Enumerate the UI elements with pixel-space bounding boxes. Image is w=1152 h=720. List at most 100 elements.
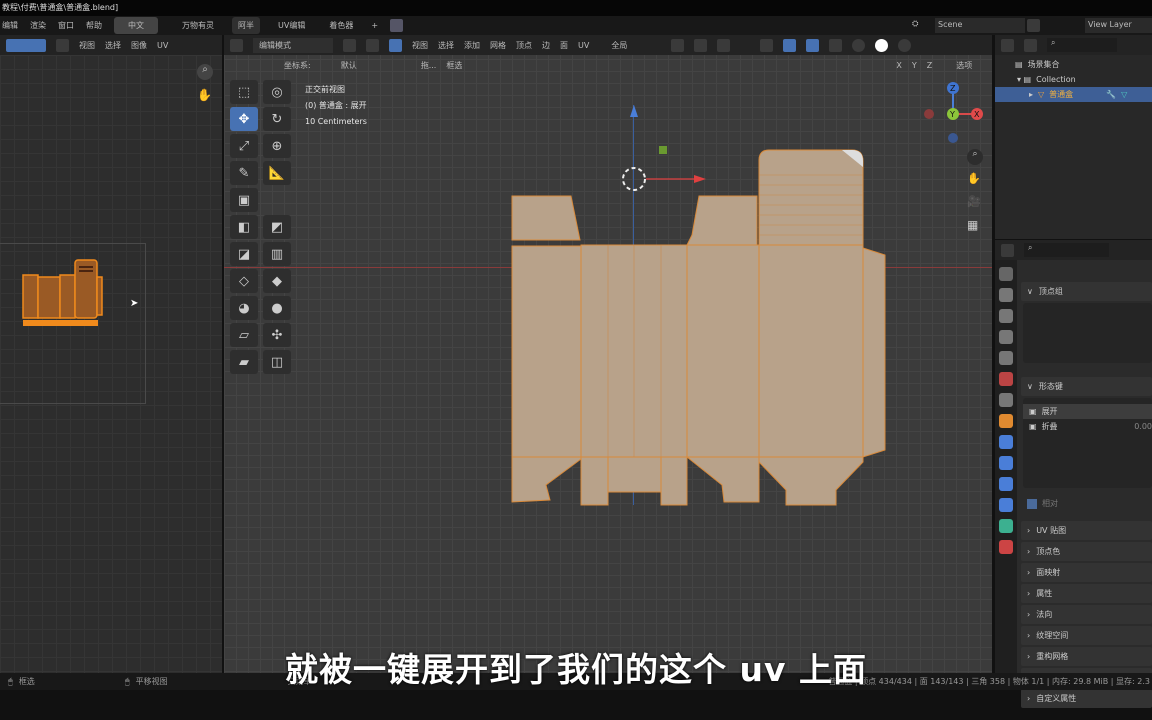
- uv-menu-image[interactable]: 图像: [131, 40, 147, 51]
- properties-type-icon[interactable]: [1001, 243, 1014, 257]
- language-button[interactable]: 中文: [114, 17, 158, 34]
- shape-keys-panel[interactable]: 形态键: [1021, 377, 1152, 396]
- box-mesh[interactable]: [224, 35, 992, 673]
- move-gizmo-plane: [659, 146, 667, 154]
- mesh-data-icon: ▽: [1121, 90, 1128, 99]
- tab-uv-editing[interactable]: UV编辑: [272, 17, 311, 34]
- face-maps-panel[interactable]: 面映射: [1021, 563, 1152, 582]
- panel-1-top-flap: [511, 195, 581, 241]
- vertex-colors-panel[interactable]: 顶点色: [1021, 542, 1152, 561]
- shape-key-item[interactable]: ▣ 展开: [1023, 404, 1152, 419]
- world-tab-icon[interactable]: [999, 372, 1013, 386]
- uv-island-side: [22, 274, 39, 319]
- uv-canvas[interactable]: ➤ ⌕ ✋: [0, 55, 222, 673]
- display-mode-icon[interactable]: [1001, 38, 1014, 52]
- output-tab-icon[interactable]: [999, 309, 1013, 323]
- panel-3-bottom-flap: [685, 456, 760, 503]
- properties-search[interactable]: ⌕: [1024, 243, 1109, 257]
- ortho-toggle-icon[interactable]: ▦: [967, 218, 978, 232]
- vertex-groups-panel[interactable]: 顶点组: [1021, 282, 1152, 301]
- zoom-view-icon[interactable]: ⌕: [967, 149, 983, 165]
- uv-sync-icon[interactable]: [56, 38, 69, 52]
- panel-1-bottom-flap: [511, 456, 582, 503]
- shape-key-item[interactable]: ▣ 折叠 0.00: [1023, 419, 1152, 434]
- video-subtitle: 就被一键展开到了我们的这个 uv 上面: [285, 650, 867, 689]
- tool-tab-icon[interactable]: [999, 267, 1013, 281]
- move-gizmo-x-arrow: [694, 175, 706, 183]
- particles-tab-icon[interactable]: [999, 456, 1013, 470]
- constraints-tab-icon[interactable]: [999, 498, 1013, 512]
- outliner-search[interactable]: ⌕: [1047, 38, 1117, 52]
- scene-tab-icon[interactable]: [999, 351, 1013, 365]
- uv-menu-view[interactable]: 视图: [79, 40, 95, 51]
- 3d-cursor-icon: [622, 167, 646, 191]
- mouse-cursor-icon: ➤: [130, 298, 139, 309]
- menu-window[interactable]: 窗口: [58, 20, 74, 31]
- collection-tab-icon[interactable]: [999, 393, 1013, 407]
- properties-tabs: [995, 260, 1017, 673]
- outliner-scene-collection[interactable]: ▤ 场景集合: [995, 57, 1152, 72]
- tab-shading[interactable]: 着色器: [323, 17, 359, 34]
- uv-island-front: [59, 274, 76, 319]
- attributes-panel[interactable]: 属性: [1021, 584, 1152, 603]
- uv-island-back: [74, 259, 98, 319]
- outliner-object-box[interactable]: ▸ ▽ 普通盒 🔧 ▽: [995, 87, 1152, 102]
- move-gizmo-z-arrow: [630, 105, 638, 117]
- add-workspace-button[interactable]: +: [371, 21, 378, 30]
- material-tab-icon[interactable]: [999, 540, 1013, 554]
- tab-workspace-2[interactable]: 阿半: [232, 17, 260, 34]
- object-tab-icon[interactable]: [999, 414, 1013, 428]
- workspace-icon[interactable]: [390, 19, 404, 32]
- outliner-header: ⌕: [995, 35, 1152, 55]
- custom-properties-panel[interactable]: 自定义属性: [1021, 689, 1152, 708]
- 3d-viewport[interactable]: 编辑模式 视图 选择 添加 网格 顶点 边 面 UV 全局 坐标系: 默认 拖.…: [224, 35, 992, 673]
- uv-island-flap: [96, 276, 103, 316]
- scene-icon[interactable]: ⛭: [912, 19, 926, 32]
- relative-checkbox[interactable]: 相对: [1027, 496, 1152, 511]
- top-menu-bar: 编辑 渲染 窗口 帮助 中文 万物有灵 阿半 UV编辑 着色器 + ⛭ Scen…: [0, 16, 1152, 35]
- properties-header: ⌕: [995, 240, 1152, 260]
- menu-edit[interactable]: 编辑: [2, 20, 18, 31]
- filter-icon[interactable]: [1024, 38, 1037, 52]
- hand-pan-icon[interactable]: ✋: [197, 88, 212, 102]
- panel-4-top-flap: [758, 149, 864, 246]
- pan-view-icon[interactable]: ✋: [967, 172, 981, 185]
- panel-4: [758, 244, 864, 458]
- panel-1: [511, 245, 582, 458]
- svg-text:Y: Y: [949, 110, 955, 119]
- select-mode-icons[interactable]: [6, 38, 46, 52]
- gizmo-neg-x: [924, 109, 934, 119]
- modifier-icon: 🔧: [1106, 90, 1117, 99]
- tab-workspace-1[interactable]: 万物有灵: [176, 17, 220, 34]
- normals-panel[interactable]: 法向: [1021, 605, 1152, 624]
- svg-text:X: X: [974, 110, 980, 119]
- render-tab-icon[interactable]: [999, 288, 1013, 302]
- outliner-collection[interactable]: ▾ ▤ Collection: [995, 72, 1152, 87]
- view-layer-tab-icon[interactable]: [999, 330, 1013, 344]
- panel-2-tab-left: [580, 456, 609, 506]
- uv-bottom-flaps: [23, 320, 98, 326]
- outliner: ⌕ ▤ 场景集合 ▾ ▤ Collection ▸ ▽ 普通盒 🔧 ▽: [995, 35, 1152, 239]
- shape-keys-list[interactable]: ▣ 展开 ▣ 折叠 0.00: [1023, 398, 1152, 488]
- panel-3: [686, 244, 760, 458]
- window-title: 教程\付费\普通盒\普通盒.blend]: [0, 0, 1152, 16]
- uv-menu-uv[interactable]: UV: [157, 41, 168, 50]
- menu-help[interactable]: 帮助: [86, 20, 102, 31]
- vertex-groups-list[interactable]: [1023, 303, 1152, 363]
- scene-selector[interactable]: Scene: [935, 18, 1025, 33]
- uv-maps-panel[interactable]: UV 贴图: [1021, 521, 1152, 540]
- uv-menu-select[interactable]: 选择: [105, 40, 121, 51]
- view-layer-selector[interactable]: View Layer: [1085, 18, 1152, 33]
- panel-3-top-flap: [686, 195, 758, 246]
- gizmo-neg-z: [948, 133, 958, 143]
- zoom-icon[interactable]: ⌕: [197, 64, 213, 80]
- new-scene-icon[interactable]: [1027, 19, 1040, 32]
- uv-islands[interactable]: [18, 255, 108, 340]
- camera-view-icon[interactable]: 🎥: [967, 195, 981, 208]
- menu-render[interactable]: 渲染: [30, 20, 46, 31]
- modifier-tab-icon[interactable]: [999, 435, 1013, 449]
- svg-text:Z: Z: [950, 84, 956, 93]
- navigation-gizmo[interactable]: Z Y X: [918, 80, 988, 150]
- mesh-data-tab-icon[interactable]: [999, 519, 1013, 533]
- physics-tab-icon[interactable]: [999, 477, 1013, 491]
